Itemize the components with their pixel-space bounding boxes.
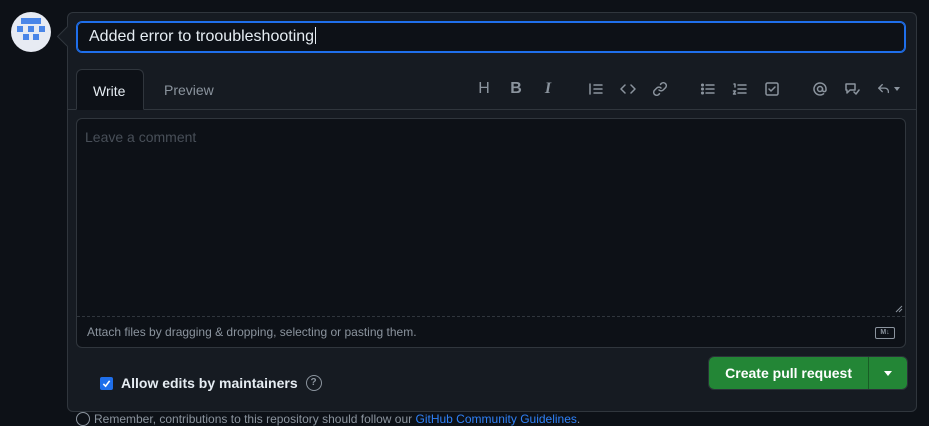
ordered-list-icon	[732, 83, 747, 95]
tab-write[interactable]: Write	[76, 69, 144, 110]
footer-suffix: .	[576, 412, 581, 426]
code-icon	[620, 84, 636, 94]
quote-button[interactable]	[580, 73, 612, 105]
info-icon	[76, 412, 90, 426]
link-icon	[652, 81, 668, 97]
title-input-value: Added error to trooubleshooting	[89, 28, 315, 45]
comment-placeholder: Leave a comment	[85, 129, 197, 145]
comment-editor: Leave a comment Attach files by dragging…	[76, 118, 906, 348]
chevron-down-icon	[884, 370, 892, 376]
reply-button[interactable]	[868, 73, 908, 105]
markdown-toolbar: H B I	[468, 69, 908, 109]
editor-tabs-row: Write Preview H B I	[68, 69, 916, 110]
community-guidelines-link[interactable]: GitHub Community Guidelines	[416, 412, 577, 426]
link-button[interactable]	[644, 73, 676, 105]
avatar[interactable]	[11, 12, 51, 52]
create-options-dropdown[interactable]	[868, 357, 907, 389]
tab-preview[interactable]: Preview	[148, 69, 230, 109]
markdown-icon[interactable]: M↓	[875, 327, 895, 339]
bold-button[interactable]: B	[500, 73, 532, 105]
resize-handle-icon[interactable]	[895, 305, 903, 313]
italic-button[interactable]: I	[532, 73, 564, 105]
reply-icon	[877, 83, 889, 94]
code-button[interactable]	[612, 73, 644, 105]
comment-textarea[interactable]: Leave a comment	[77, 119, 905, 317]
quote-icon	[589, 83, 603, 95]
unordered-list-button[interactable]	[692, 73, 724, 105]
chevron-down-icon	[893, 87, 900, 91]
text-caret	[315, 27, 317, 44]
allow-edits-checkbox[interactable]	[100, 376, 113, 390]
mention-icon	[813, 82, 827, 96]
heading-button[interactable]: H	[468, 73, 500, 105]
title-input[interactable]: Added error to trooubleshooting	[76, 21, 906, 53]
checkmark-icon	[102, 379, 111, 387]
contribution-guidelines-note: Remember, contributions to this reposito…	[76, 412, 580, 426]
help-icon[interactable]: ?	[305, 375, 322, 391]
create-pull-request-group: Create pull request	[708, 356, 908, 390]
bold-icon: B	[510, 80, 522, 97]
reference-button[interactable]	[836, 73, 868, 105]
create-pull-request-button[interactable]: Create pull request	[709, 357, 868, 389]
mention-button[interactable]	[804, 73, 836, 105]
italic-icon: I	[544, 80, 552, 97]
task-list-button[interactable]	[756, 73, 788, 105]
reference-icon	[845, 83, 860, 95]
ordered-list-button[interactable]	[724, 73, 756, 105]
heading-icon: H	[478, 80, 490, 97]
allow-edits-label: Allow edits by maintainers	[121, 375, 298, 391]
task-list-icon	[765, 82, 779, 96]
allow-edits-option[interactable]: Allow edits by maintainers ?	[100, 375, 322, 391]
unordered-list-icon	[700, 83, 715, 95]
pull-request-form: Added error to trooubleshooting Write Pr…	[67, 12, 917, 412]
attach-files-text[interactable]: Attach files by dragging & dropping, sel…	[87, 325, 417, 339]
footer-prefix: Remember, contributions to this reposito…	[94, 412, 416, 426]
